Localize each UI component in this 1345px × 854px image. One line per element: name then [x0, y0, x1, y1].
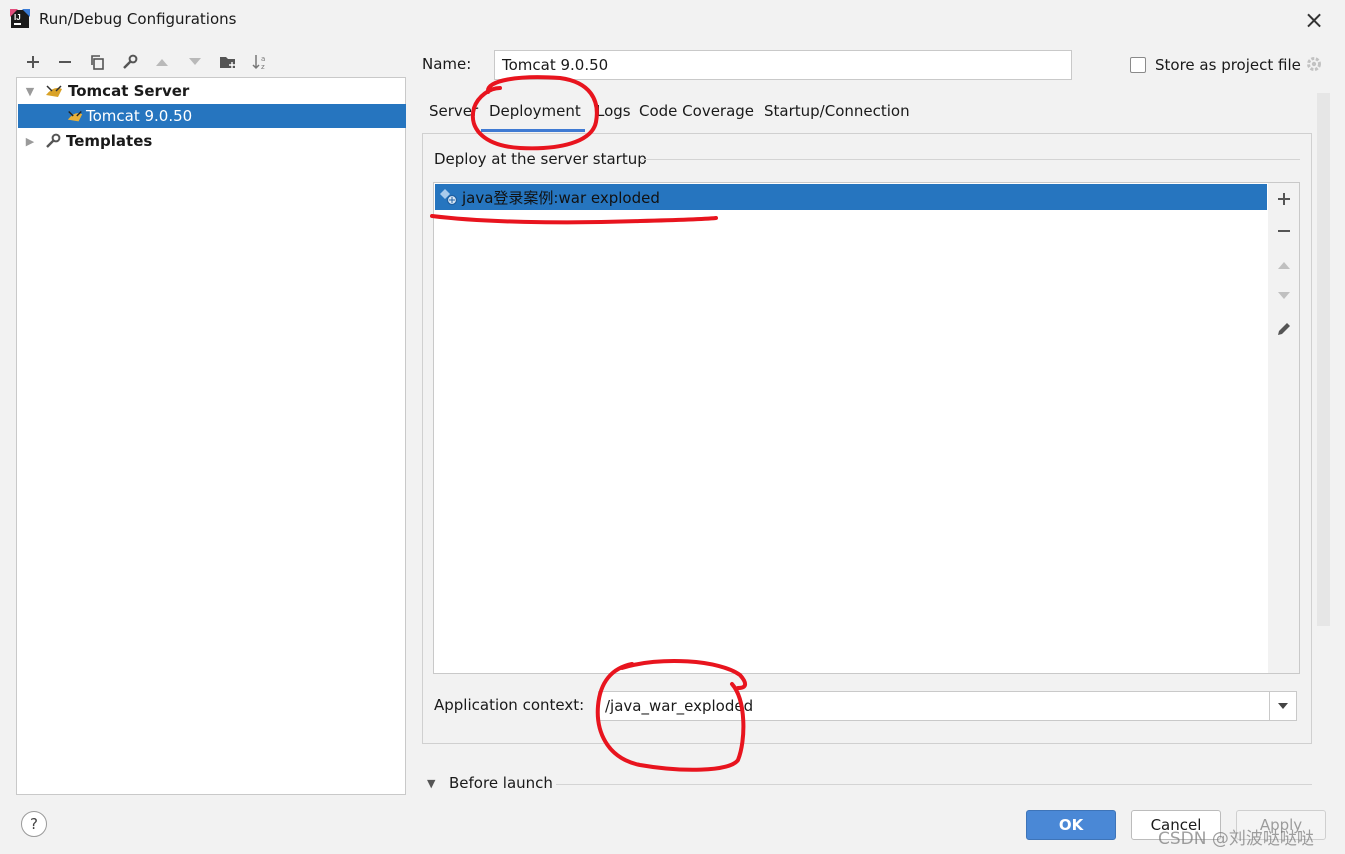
move-up-icon[interactable] [1273, 254, 1295, 276]
tab-code-coverage[interactable]: Code Coverage [639, 102, 754, 126]
copy-icon[interactable] [86, 52, 108, 72]
tree-item-templates[interactable]: ▶ Templates [18, 129, 406, 153]
new-folder-icon[interactable] [217, 52, 239, 72]
before-launch-divider [556, 784, 1312, 785]
store-as-project-file-checkbox[interactable] [1130, 57, 1146, 73]
move-up-icon[interactable] [151, 52, 173, 72]
remove-icon[interactable] [54, 52, 76, 72]
collapse-arrow-icon[interactable]: ▼ [427, 777, 435, 790]
artifact-label: java登录案例:war exploded [462, 188, 660, 207]
tree-item-label: Templates [66, 132, 153, 150]
svg-text:z: z [261, 63, 265, 71]
gear-icon[interactable] [1305, 55, 1323, 73]
application-context-dropdown[interactable] [1269, 691, 1297, 721]
tomcat-icon [67, 111, 83, 122]
chevron-down-icon [1278, 703, 1288, 709]
deployment-artifact-row[interactable]: java登录案例:war exploded [435, 184, 1267, 210]
expand-down-icon[interactable]: ▼ [24, 85, 36, 98]
name-label: Name: [422, 55, 472, 73]
selected-tab-indicator [481, 129, 585, 132]
tab-server[interactable]: Server [429, 102, 478, 126]
wrench-icon [46, 133, 61, 148]
svg-text:a: a [261, 55, 265, 63]
vertical-scrollbar[interactable] [1317, 93, 1330, 626]
edit-pencil-icon[interactable] [1273, 318, 1295, 340]
tree-item-label: Tomcat 9.0.50 [86, 107, 193, 125]
artifact-icon [440, 189, 458, 206]
ok-button[interactable]: OK [1026, 810, 1116, 840]
tab-startup-connection[interactable]: Startup/Connection [764, 102, 910, 126]
application-context-label: Application context: [434, 696, 585, 714]
tree-item-tomcat-server[interactable]: ▼ Tomcat Server [18, 79, 406, 103]
move-down-icon[interactable] [1273, 285, 1295, 307]
application-context-input[interactable]: /java_war_exploded [598, 691, 1270, 721]
tomcat-icon [46, 85, 62, 97]
expand-right-icon[interactable]: ▶ [24, 135, 36, 148]
tab-logs[interactable]: Logs [596, 102, 631, 126]
help-button[interactable]: ? [21, 811, 47, 837]
move-down-icon[interactable] [184, 52, 206, 72]
intellij-app-icon: IJ [10, 9, 30, 28]
name-input[interactable]: Tomcat 9.0.50 [494, 50, 1072, 80]
deployment-list[interactable]: java登录案例:war exploded [433, 182, 1269, 674]
deployment-actions-bar [1268, 182, 1300, 674]
sort-alphabetically-icon[interactable]: az [249, 52, 271, 72]
close-icon[interactable]: × [1300, 6, 1328, 34]
remove-artifact-icon[interactable] [1273, 220, 1295, 242]
window-title: Run/Debug Configurations [39, 10, 237, 28]
section-title: Deploy at the server startup [434, 150, 647, 168]
before-launch-label[interactable]: Before launch [449, 774, 553, 792]
section-divider [642, 159, 1300, 160]
add-icon[interactable] [22, 52, 44, 72]
tab-deployment[interactable]: Deployment [489, 102, 581, 126]
watermark: CSDN @刘波哒哒哒 [1158, 829, 1314, 849]
configuration-tree[interactable]: ▼ Tomcat Server Tomcat 9.0.50 ▶ Template… [16, 77, 406, 795]
tree-item-label: Tomcat Server [68, 82, 190, 100]
svg-text:IJ: IJ [14, 13, 21, 22]
add-artifact-icon[interactable] [1273, 188, 1295, 210]
store-as-project-file-label[interactable]: Store as project file [1155, 56, 1301, 74]
wrench-icon[interactable] [119, 52, 141, 72]
tree-item-tomcat-config[interactable]: Tomcat 9.0.50 [18, 104, 406, 128]
